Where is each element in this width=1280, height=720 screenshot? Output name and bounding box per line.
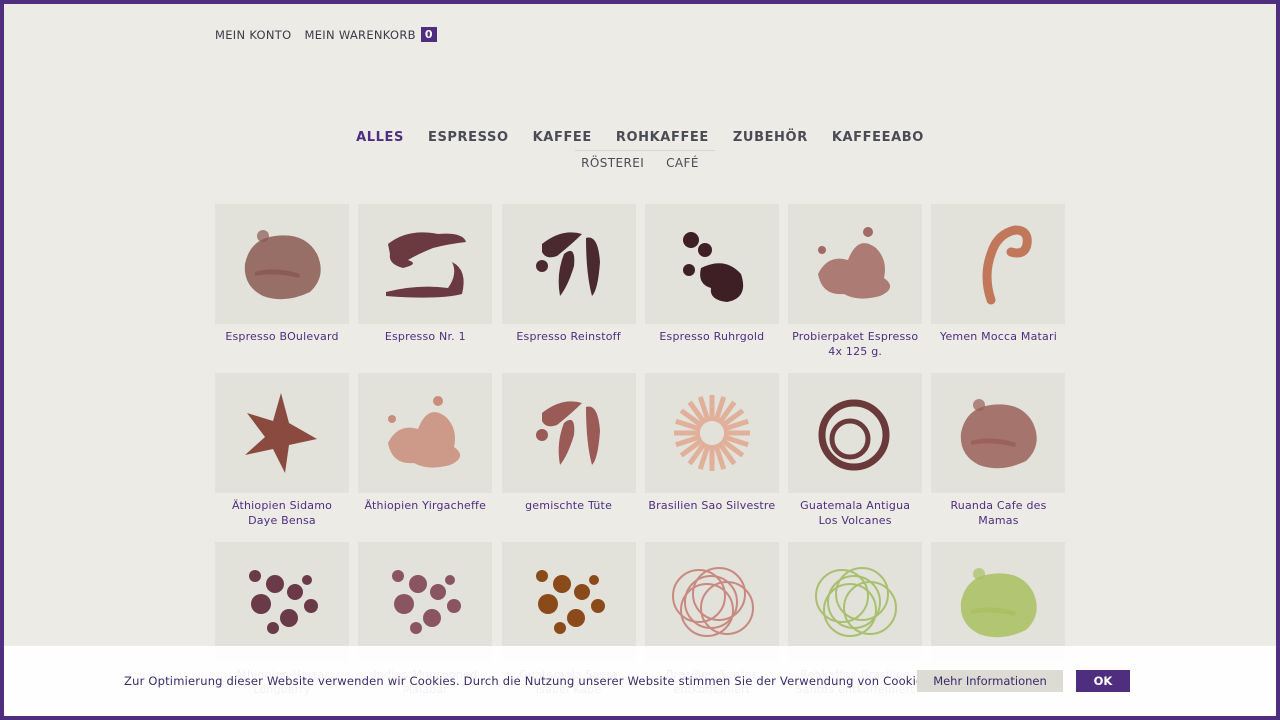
product-name[interactable]: Espresso Ruhrgold bbox=[645, 329, 779, 344]
subnav-divider bbox=[575, 150, 715, 151]
product-image[interactable] bbox=[501, 542, 636, 662]
category-3[interactable]: ROHKAFFEE bbox=[616, 130, 709, 145]
product-card[interactable]: Espresso BOulevard bbox=[215, 204, 349, 373]
product-name[interactable]: Probierpaket Espresso 4x 125 g. bbox=[788, 329, 922, 359]
stain-dots-image bbox=[535, 570, 605, 634]
subcategory-nav: RÖSTEREI CAFÉ bbox=[0, 156, 1280, 170]
category-nav: ALLES ESPRESSO KAFFEE ROHKAFFEE ZUBEHÖR KAFFE… bbox=[0, 130, 1280, 145]
stain-rings-image bbox=[815, 567, 898, 637]
product-card[interactable]: Äthiopien Sidamo Daye Bensa bbox=[215, 373, 349, 542]
product-image[interactable] bbox=[931, 373, 1066, 493]
product-name[interactable]: Espresso Nr. 1 bbox=[358, 329, 492, 344]
product-name[interactable]: gemischte Tüte bbox=[502, 498, 636, 513]
product-name[interactable]: Espresso BOulevard bbox=[215, 329, 349, 344]
stain-drips-image bbox=[535, 232, 600, 296]
subcategory-1[interactable]: CAFÉ bbox=[666, 156, 699, 170]
product-image[interactable] bbox=[215, 204, 349, 324]
product-image[interactable] bbox=[644, 204, 779, 324]
product-image[interactable] bbox=[644, 542, 779, 662]
stain-blot-image bbox=[961, 399, 1038, 469]
product-card[interactable]: Ruanda Cafe des Mamas bbox=[931, 373, 1066, 542]
more-info-button[interactable]: Mehr Informationen bbox=[917, 670, 1063, 692]
category-1[interactable]: ESPRESSO bbox=[428, 130, 509, 145]
product-name[interactable]: Äthiopien Yirgacheffe bbox=[358, 498, 492, 513]
product-name[interactable]: Espresso Reinstoff bbox=[502, 329, 636, 344]
product-image[interactable] bbox=[358, 542, 493, 662]
my-cart-link[interactable]: MEIN WARENKORB bbox=[304, 28, 415, 42]
stain-star-image bbox=[245, 393, 317, 473]
top-navigation: MEIN KONTO MEIN WARENKORB 0 bbox=[215, 27, 437, 42]
product-image[interactable] bbox=[501, 204, 636, 324]
stain-drips-image bbox=[535, 401, 600, 465]
product-image[interactable] bbox=[215, 373, 349, 493]
cookie-text: Zur Optimierung dieser Website verwenden… bbox=[124, 674, 951, 688]
product-image[interactable] bbox=[215, 542, 349, 662]
product-image[interactable] bbox=[931, 204, 1066, 324]
product-card[interactable]: Brasilien Sao Silvestre bbox=[644, 373, 779, 542]
product-card[interactable]: Espresso Ruhrgold bbox=[644, 204, 779, 373]
cart-count-badge[interactable]: 0 bbox=[420, 27, 437, 42]
product-name[interactable]: Guatemala Antigua Los Volcanes bbox=[788, 498, 922, 528]
product-card[interactable]: Yemen Mocca Matari bbox=[931, 204, 1066, 373]
cookie-ok-button[interactable]: OK bbox=[1076, 670, 1130, 692]
product-name[interactable]: Brasilien Sao Silvestre bbox=[645, 498, 779, 513]
cookie-banner: Zur Optimierung dieser Website verwenden… bbox=[4, 646, 1276, 716]
stain-strokes-image bbox=[386, 232, 467, 298]
product-image[interactable] bbox=[931, 542, 1066, 662]
category-4[interactable]: ZUBEHÖR bbox=[733, 130, 808, 145]
stain-splash-image bbox=[818, 227, 891, 299]
stain-swirl-image bbox=[982, 225, 1033, 305]
stain-drops-image bbox=[682, 232, 744, 302]
stain-dots-image bbox=[392, 570, 462, 634]
product-image[interactable] bbox=[644, 373, 779, 493]
product-card[interactable]: Espresso Nr. 1 bbox=[358, 204, 493, 373]
stain-blot-image bbox=[961, 568, 1038, 638]
my-account-link[interactable]: MEIN KONTO bbox=[215, 28, 291, 42]
category-0[interactable]: ALLES bbox=[356, 130, 404, 145]
product-card[interactable]: Äthiopien Yirgacheffe bbox=[358, 373, 493, 542]
category-5[interactable]: KAFFEEABO bbox=[832, 130, 924, 145]
product-image[interactable] bbox=[358, 373, 493, 493]
stain-rings-image bbox=[671, 567, 754, 637]
subcategory-0[interactable]: RÖSTEREI bbox=[581, 156, 644, 170]
stain-ring-image bbox=[818, 399, 890, 471]
product-card[interactable]: Espresso Reinstoff bbox=[501, 204, 636, 373]
product-image[interactable] bbox=[788, 373, 923, 493]
product-name[interactable]: Äthiopien Sidamo Daye Bensa bbox=[215, 498, 349, 528]
stain-splash-image bbox=[388, 396, 461, 468]
product-card[interactable]: Probierpaket Espresso 4x 125 g. bbox=[788, 204, 923, 373]
stain-blot-image bbox=[244, 230, 321, 300]
product-name[interactable]: Ruanda Cafe des Mamas bbox=[931, 498, 1065, 528]
product-card[interactable]: Guatemala Antigua Los Volcanes bbox=[788, 373, 923, 542]
product-image[interactable] bbox=[358, 204, 493, 324]
stain-dots-image bbox=[249, 570, 318, 634]
product-image[interactable] bbox=[788, 204, 923, 324]
product-image[interactable] bbox=[788, 542, 923, 662]
category-2[interactable]: KAFFEE bbox=[533, 130, 592, 145]
product-grid: Espresso BOulevard Espresso Nr. 1 Espresso… bbox=[215, 204, 1066, 711]
product-name[interactable]: Yemen Mocca Matari bbox=[931, 329, 1065, 344]
product-card[interactable]: gemischte Tüte bbox=[501, 373, 636, 542]
product-image[interactable] bbox=[501, 373, 636, 493]
stain-burst-image bbox=[673, 395, 750, 471]
